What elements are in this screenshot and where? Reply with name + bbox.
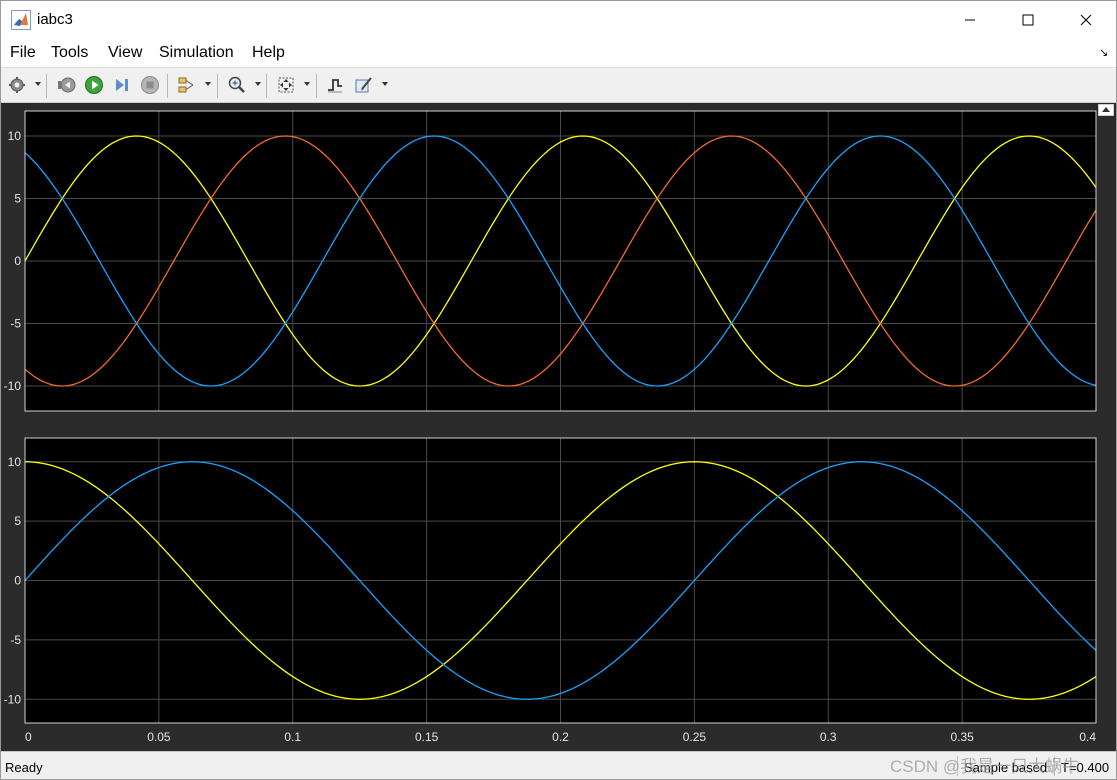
window-title: iabc3 — [37, 11, 73, 28]
menu-help[interactable]: Help — [252, 44, 285, 62]
close-icon — [1080, 14, 1092, 26]
x-tick-label: 0.2 — [552, 730, 569, 744]
maximize-icon — [1022, 14, 1034, 26]
chevron-down-icon[interactable] — [304, 82, 310, 86]
menu-tools[interactable]: Tools — [51, 44, 88, 62]
step-forward-icon[interactable] — [111, 74, 133, 96]
x-tick-label: 0.1 — [284, 730, 301, 744]
toolbar — [1, 67, 1116, 103]
signal-selector-icon[interactable] — [176, 74, 198, 96]
chevron-down-icon[interactable] — [382, 82, 388, 86]
x-tick-label: 0.4 — [1079, 730, 1096, 744]
x-tick-label: 0.05 — [147, 730, 171, 744]
scope-display: 10 5 0 -5 -10 10 5 0 -5 -10 0 0.05 0.1 0.15 0.2 0.25 0.3… — [1, 103, 1116, 751]
highlight-block-icon[interactable] — [353, 74, 375, 96]
y-tick-label: 5 — [14, 192, 21, 206]
watermark: CSDN @我是一只大蜗牛 — [890, 757, 1080, 776]
close-button[interactable] — [1063, 1, 1109, 39]
y-tick-label: 0 — [14, 254, 21, 268]
menu-file[interactable]: File — [10, 44, 36, 62]
run-icon[interactable] — [83, 74, 105, 96]
x-tick-label: 0.35 — [950, 730, 974, 744]
chevron-down-icon[interactable] — [35, 82, 41, 86]
menu-simulation[interactable]: Simulation — [159, 44, 234, 62]
toolbar-separator — [167, 74, 168, 98]
x-tick-label: 0.15 — [415, 730, 439, 744]
zoom-icon[interactable] — [226, 74, 248, 96]
trigger-icon[interactable] — [324, 74, 346, 96]
maximize-button[interactable] — [1005, 1, 1051, 39]
y-tick-label: -10 — [4, 692, 22, 706]
toolbar-separator — [316, 74, 317, 98]
y-tick-label: 10 — [8, 455, 22, 469]
y-tick-label: 0 — [14, 574, 21, 588]
chevron-down-icon[interactable] — [255, 82, 261, 86]
scope-window: iabc3 File Tools View Simulation Help ↘ — [0, 0, 1117, 780]
scope-plots[interactable]: 10 5 0 -5 -10 10 5 0 -5 -10 0 0.05 0.1 0.15 0.2 0.25 0.3… — [1, 103, 1116, 751]
menu-bar: File Tools View Simulation Help ↘ — [1, 39, 1116, 67]
y-tick-label: 10 — [8, 129, 22, 143]
y-tick-label: 5 — [14, 514, 21, 528]
minimize-icon — [965, 19, 975, 21]
x-tick-label: 0 — [25, 730, 32, 744]
title-bar[interactable]: iabc3 — [1, 1, 1116, 39]
toolbar-separator — [46, 74, 47, 98]
fit-to-view-icon[interactable] — [275, 74, 297, 96]
y-tick-label: -10 — [4, 379, 22, 393]
chevron-down-icon[interactable] — [205, 82, 211, 86]
step-back-icon[interactable] — [55, 74, 77, 96]
y-tick-label: -5 — [10, 317, 21, 331]
gear-icon[interactable] — [6, 74, 28, 96]
toolbar-separator — [266, 74, 267, 98]
y-tick-label: -5 — [10, 633, 21, 647]
x-tick-label: 0.3 — [820, 730, 837, 744]
x-tick-label: 0.25 — [683, 730, 707, 744]
status-ready: Ready — [5, 760, 43, 775]
stop-icon[interactable] — [139, 74, 161, 96]
minimize-button[interactable] — [947, 1, 993, 39]
menu-view[interactable]: View — [108, 44, 142, 62]
matlab-logo-icon — [11, 10, 31, 30]
toolbar-separator — [217, 74, 218, 98]
dock-arrow-icon[interactable]: ↘ — [1099, 46, 1108, 59]
